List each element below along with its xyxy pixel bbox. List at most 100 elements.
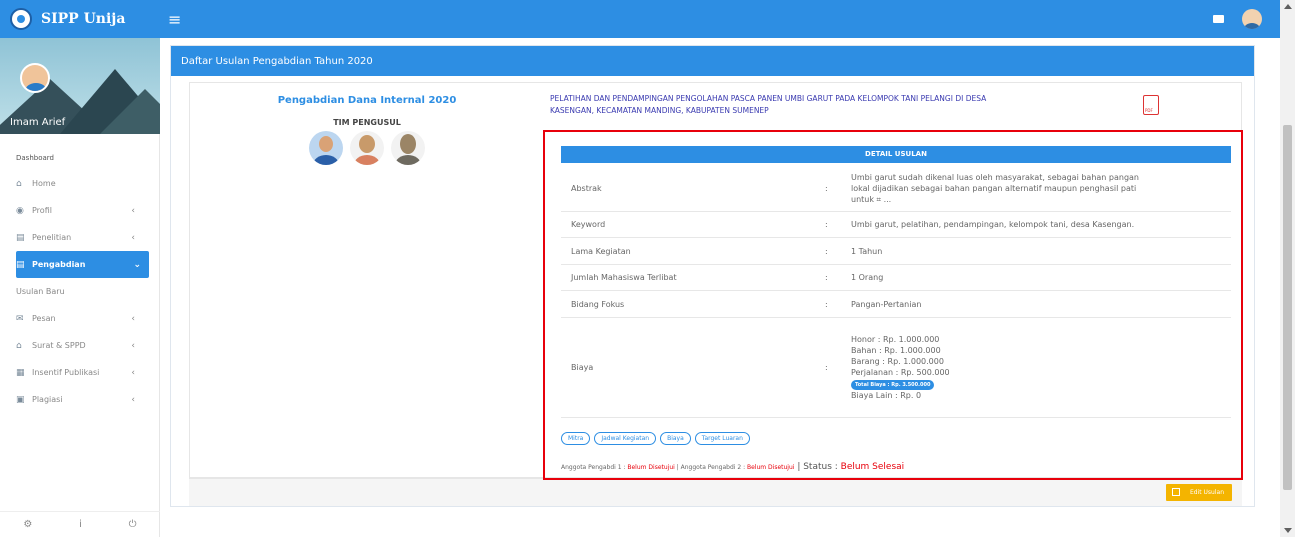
envelope-icon: ⌂ bbox=[16, 340, 22, 351]
sidebar-nav: ⌂ Home ◉ Profil ‹ ▤ Penelitian ‹ ▤ Penga… bbox=[0, 170, 159, 413]
chevron-down-icon: ⌄ bbox=[133, 259, 141, 270]
anggota2-status: Belum Disetujui bbox=[747, 464, 795, 471]
total-biaya-badge: Total Biaya : Rp. 3.500.000 bbox=[851, 380, 935, 390]
info-icon[interactable]: i bbox=[79, 519, 82, 530]
detail-label: Bidang Fokus bbox=[571, 299, 625, 309]
page-scrollbar[interactable] bbox=[1280, 0, 1295, 537]
detail-label: Keyword bbox=[571, 220, 606, 229]
tab-target-luaran[interactable]: Target Luaran bbox=[694, 432, 750, 445]
detail-separator: : bbox=[825, 273, 828, 282]
sidebar-item-pesan[interactable]: ✉ Pesan ‹ bbox=[0, 305, 159, 332]
user-icon: ◉ bbox=[16, 205, 24, 216]
sidebar-footer: ⚙ i ⏻ bbox=[0, 511, 160, 537]
detail-heading: DETAIL USULAN bbox=[561, 146, 1231, 163]
detail-tabs: Mitra Jadwal Kegiatan Biaya Target Luara… bbox=[561, 432, 750, 445]
edit-usulan-button[interactable]: Edit Usulan bbox=[1166, 484, 1232, 501]
calendar-icon: ▦ bbox=[16, 367, 25, 378]
scheme-title: Pengabdian Dana Internal 2020 bbox=[277, 95, 457, 106]
panel-footer: Edit Usulan bbox=[189, 478, 1242, 506]
biaya-honor: Honor : Rp. 1.000.000 bbox=[851, 335, 940, 344]
sidebar-item-home[interactable]: ⌂ Home bbox=[0, 170, 159, 197]
sidebar-item-label: Pesan bbox=[32, 314, 56, 323]
tab-jadwal-kegiatan[interactable]: Jadwal Kegiatan bbox=[594, 432, 657, 445]
anggota1-label: Anggota Pengabdi 1 : bbox=[561, 464, 628, 471]
detail-value: Pangan-Pertanian bbox=[851, 299, 922, 309]
detail-label: Biaya bbox=[571, 363, 594, 372]
chevron-left-icon: ‹ bbox=[131, 313, 135, 324]
detail-row-abstrak: Abstrak : Umbi garut sudah dikenal luas … bbox=[561, 166, 1231, 212]
brand[interactable]: SIPP Unija bbox=[0, 0, 160, 38]
detail-label: Abstrak bbox=[571, 184, 602, 193]
sidebar-item-label: Insentif Publikasi bbox=[32, 368, 100, 377]
top-right-actions bbox=[1213, 0, 1262, 38]
sidebar-subitem-usulan-baru[interactable]: Usulan Baru bbox=[0, 278, 159, 305]
biaya-bahan: Bahan : Rp. 1.000.000 bbox=[851, 346, 941, 355]
usulan-summary: Pengabdian Dana Internal 2020 TIM PENGUS… bbox=[190, 83, 544, 165]
detail-label: Lama Kegiatan bbox=[571, 246, 631, 256]
menu-toggle-icon[interactable]: ≡ bbox=[168, 10, 181, 29]
sidebar-item-plagiasi[interactable]: ▣ Plagiasi ‹ bbox=[0, 386, 159, 413]
university-logo bbox=[10, 8, 32, 30]
sidebar: Imam Arief Dashboard ⌂ Home ◉ Profil ‹ ▤… bbox=[0, 38, 160, 537]
tab-mitra[interactable]: Mitra bbox=[561, 432, 591, 445]
sidebar-item-label: Plagiasi bbox=[32, 395, 63, 404]
profile-name[interactable]: Imam Arief bbox=[10, 117, 65, 128]
mail-icon[interactable] bbox=[1213, 15, 1224, 23]
sidebar-item-label: Usulan Baru bbox=[16, 287, 65, 296]
mail-icon: ✉ bbox=[16, 313, 24, 324]
sidebar-item-label: Surat & SPPD bbox=[32, 341, 86, 350]
anggota2-label: | Anggota Pengabdi 2 : bbox=[674, 464, 748, 471]
tab-biaya[interactable]: Biaya bbox=[660, 432, 691, 445]
detail-value: Umbi garut sudah dikenal luas oleh masya… bbox=[851, 172, 1231, 205]
detail-value: Honor : Rp. 1.000.000 Bahan : Rp. 1.000.… bbox=[851, 334, 1231, 401]
pdf-icon[interactable] bbox=[1143, 95, 1159, 115]
book-icon: ▤ bbox=[16, 259, 25, 270]
power-icon[interactable]: ⏻ bbox=[129, 519, 137, 530]
sidebar-item-penelitian[interactable]: ▤ Penelitian ‹ bbox=[0, 224, 159, 251]
approval-status: Anggota Pengabdi 1 : Belum Disetujui | A… bbox=[561, 462, 904, 472]
detail-value: 1 Tahun bbox=[851, 246, 883, 256]
detail-separator: : bbox=[825, 184, 828, 193]
edit-icon bbox=[1172, 488, 1180, 496]
detail-separator: : bbox=[825, 220, 828, 229]
detail-value: 1 Orang bbox=[851, 273, 884, 282]
sidebar-item-pengabdian[interactable]: ▤ Pengabdian ⌄ bbox=[16, 251, 149, 278]
nav-heading[interactable]: Dashboard bbox=[16, 154, 159, 162]
abstract-line: Umbi garut sudah dikenal luas oleh masya… bbox=[851, 173, 1140, 182]
biaya-lain: Biaya Lain : Rp. 0 bbox=[851, 391, 922, 400]
detail-table: Abstrak : Umbi garut sudah dikenal luas … bbox=[561, 166, 1231, 418]
team-title: TIM PENGUSUL bbox=[333, 118, 401, 127]
sidebar-item-surat[interactable]: ⌂ Surat & SPPD ‹ bbox=[0, 332, 159, 359]
sidebar-item-label: Pengabdian bbox=[32, 260, 86, 269]
detail-separator: : bbox=[825, 363, 828, 372]
chevron-left-icon: ‹ bbox=[131, 394, 135, 405]
detail-value: Umbi garut, pelatihan, pendampingan, kel… bbox=[851, 220, 1135, 229]
biaya-perjalanan: Perjalanan : Rp. 500.000 bbox=[851, 368, 950, 377]
edit-button-label: Edit Usulan bbox=[1190, 489, 1224, 496]
book-icon: ▤ bbox=[16, 232, 25, 243]
user-avatar[interactable] bbox=[1242, 9, 1262, 29]
usulan-title-line: KASENGAN, KECAMATAN MANDING, KABUPATEN S… bbox=[550, 106, 769, 115]
detail-row-keyword: Keyword : Umbi garut, pelatihan, pendamp… bbox=[561, 212, 1231, 238]
usulan-title: PELATIHAN DAN PENDAMPINGAN PENGOLAHAN PA… bbox=[550, 93, 1050, 117]
chevron-left-icon: ‹ bbox=[131, 340, 135, 351]
team-member-avatar[interactable] bbox=[391, 131, 425, 165]
sidebar-item-label: Home bbox=[32, 179, 56, 188]
detail-row-bidang: Bidang Fokus : Pangan-Pertanian bbox=[561, 291, 1231, 318]
scrollbar-thumb[interactable] bbox=[1283, 125, 1292, 490]
settings-icon[interactable]: ⚙ bbox=[23, 519, 32, 530]
sidebar-item-insentif[interactable]: ▦ Insentif Publikasi ‹ bbox=[0, 359, 159, 386]
team-member-avatar[interactable] bbox=[309, 131, 343, 165]
app-title: SIPP Unija bbox=[41, 11, 126, 27]
sidebar-item-label: Penelitian bbox=[32, 233, 72, 242]
scroll-down-arrow-icon[interactable] bbox=[1284, 528, 1292, 533]
sidebar-item-profil[interactable]: ◉ Profil ‹ bbox=[0, 197, 159, 224]
panel-title: Daftar Usulan Pengabdian Tahun 2020 bbox=[171, 46, 1254, 76]
profile-avatar[interactable] bbox=[20, 63, 50, 93]
detail-row-mahasiswa: Jumlah Mahasiswa Terlibat : 1 Orang bbox=[561, 265, 1231, 291]
status-value: Belum Selesai bbox=[840, 462, 905, 472]
scroll-up-arrow-icon[interactable] bbox=[1284, 4, 1292, 9]
team-member-avatar[interactable] bbox=[350, 131, 384, 165]
biaya-barang: Barang : Rp. 1.000.000 bbox=[851, 357, 944, 366]
detail-row-biaya: Biaya : Honor : Rp. 1.000.000 Bahan : Rp… bbox=[561, 318, 1231, 418]
